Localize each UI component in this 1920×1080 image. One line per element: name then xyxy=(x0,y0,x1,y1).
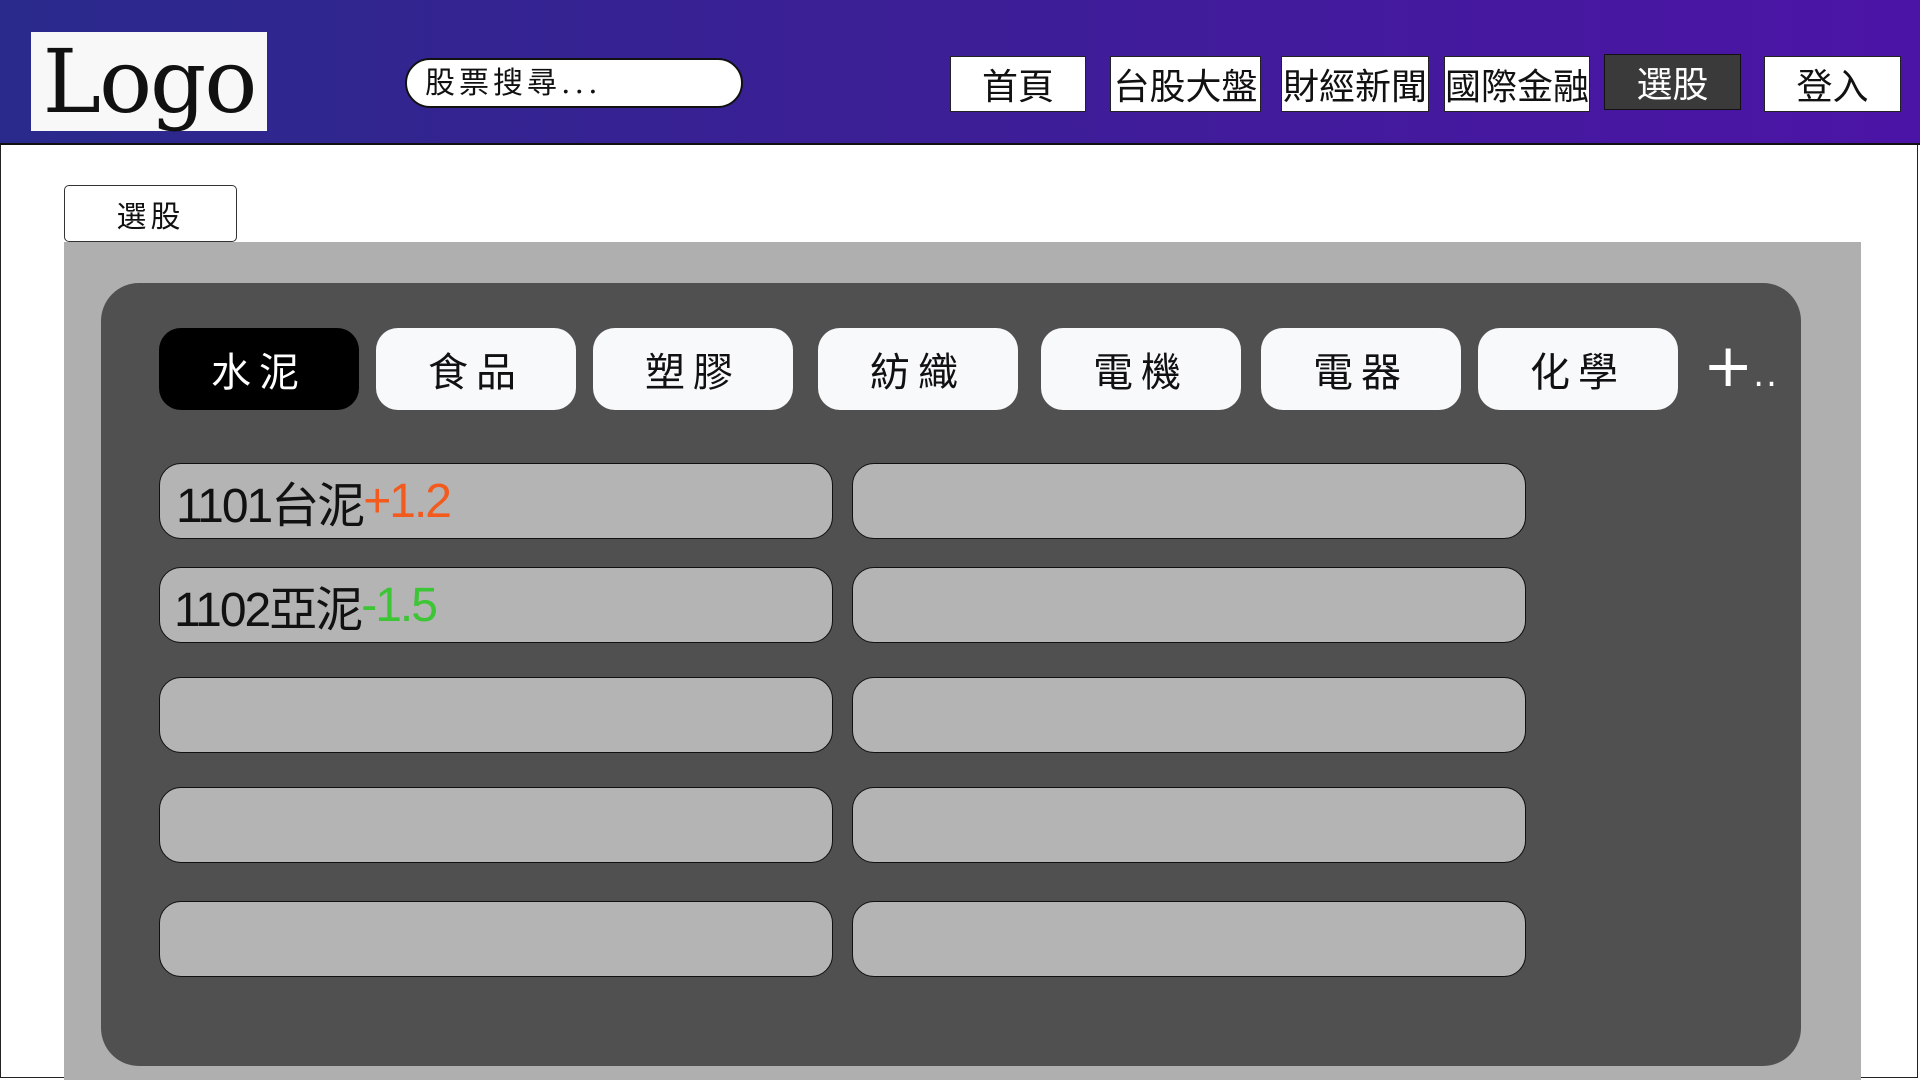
stock-code-name: 1101台泥 xyxy=(176,480,365,533)
stock-card-empty[interactable] xyxy=(852,787,1526,863)
stock-change: -1.5 xyxy=(361,578,438,632)
tab-cement[interactable]: 水泥 xyxy=(159,328,359,410)
plus-icon: + xyxy=(1703,331,1754,401)
stock-card[interactable]: 1101台泥 +1.2 xyxy=(159,463,833,539)
stock-search-box[interactable] xyxy=(405,58,743,108)
tab-textiles[interactable]: 紡織 xyxy=(818,328,1018,410)
stock-card-empty[interactable] xyxy=(852,567,1526,643)
stock-card-empty[interactable] xyxy=(852,901,1526,977)
stock-card-empty[interactable] xyxy=(159,787,833,863)
tab-electric-machinery[interactable]: 電機 xyxy=(1041,328,1241,410)
stock-picker-section-button[interactable]: 選股 xyxy=(64,185,237,242)
stock-card-empty[interactable] xyxy=(159,677,833,753)
top-nav-bar: Logo 首頁 台股大盤 財經新聞 國際金融 選股 登入 xyxy=(0,0,1920,145)
nav-home-button[interactable]: 首頁 xyxy=(950,56,1086,112)
nav-stock-picker-button[interactable]: 選股 xyxy=(1604,54,1741,110)
tab-chemicals[interactable]: 化學 xyxy=(1478,328,1678,410)
tab-electrical-appliances[interactable]: 電器 xyxy=(1261,328,1461,410)
stock-card-empty[interactable] xyxy=(852,463,1526,539)
stock-card-empty[interactable] xyxy=(852,677,1526,753)
nav-login-button[interactable]: 登入 xyxy=(1764,56,1901,112)
ellipsis: .. xyxy=(1753,355,1779,395)
logo[interactable]: Logo xyxy=(31,32,267,131)
stock-card-empty[interactable] xyxy=(159,901,833,977)
stock-search-input[interactable] xyxy=(423,64,727,102)
nav-intl-finance-button[interactable]: 國際金融 xyxy=(1444,56,1590,112)
more-categories-button[interactable]: +.. xyxy=(1703,336,1779,405)
stock-code-name: 1102亞泥 xyxy=(174,584,363,637)
nav-finance-news-button[interactable]: 財經新聞 xyxy=(1281,56,1429,112)
nav-tw-market-button[interactable]: 台股大盤 xyxy=(1110,56,1261,112)
stock-change: +1.2 xyxy=(363,474,452,528)
stock-card[interactable]: 1102亞泥 -1.5 xyxy=(159,567,833,643)
tab-food[interactable]: 食品 xyxy=(376,328,576,410)
tab-plastics[interactable]: 塑膠 xyxy=(593,328,793,410)
